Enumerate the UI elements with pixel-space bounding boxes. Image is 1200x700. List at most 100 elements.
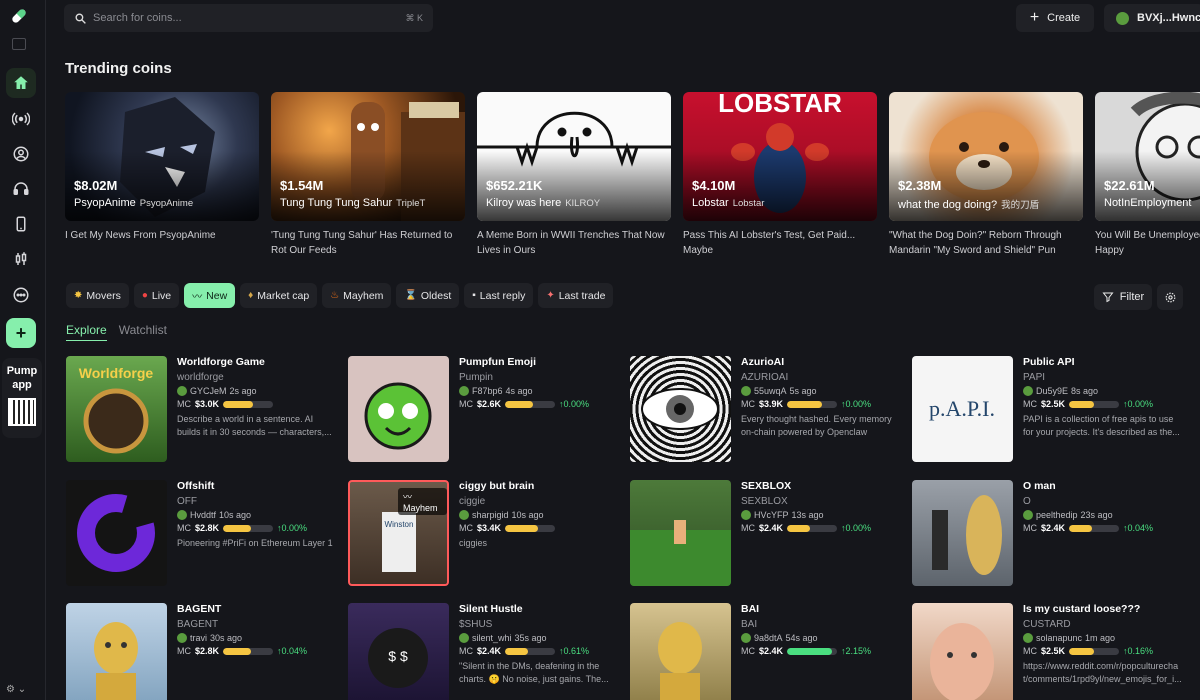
home-icon[interactable] (6, 68, 36, 98)
creator-avatar-icon (741, 386, 751, 396)
creator-name[interactable]: sharpigid (472, 510, 509, 520)
chip-label: Last reply (479, 289, 526, 302)
bonding-progress-bar (223, 400, 274, 408)
market-cap-row: MC $2.5K ↑0.16% (1023, 646, 1154, 656)
filter-movers[interactable]: ✸ Movers (66, 283, 129, 308)
trending-card[interactable]: $1.54M Tung Tung Tung Sahur TripleT 'Tung… (271, 92, 465, 258)
coin-title: Is my custard loose??? (1023, 603, 1141, 615)
coin-card[interactable]: $ $ Silent Hustle $SHUS silent_whi 35s ago MC… (348, 603, 618, 700)
chip-label: New (206, 289, 228, 302)
coin-title: Pumpfun Emoji (459, 356, 536, 368)
bottom-menu-chevron-icon[interactable]: ⚙ ⌄ (6, 684, 26, 695)
coin-card[interactable]: SEXBLOX SEXBLOX HVcYFP 13s ago MC $2.4K ↑0.00… (630, 480, 900, 590)
creator-name[interactable]: 55uwqA (754, 386, 787, 396)
filter-last-reply[interactable]: ▪ Last reply (464, 283, 534, 308)
trending-card[interactable]: $652.21K Kilroy was here KILROY A Meme Bo… (477, 92, 671, 258)
creator-name[interactable]: peelthedip (1036, 510, 1078, 520)
new-wave-icon: 〰 (192, 292, 203, 303)
profile-icon[interactable] (6, 139, 36, 169)
bonding-progress-bar (505, 524, 556, 532)
coin-card[interactable]: BAGENT BAGENT travi 30s ago MC $2.8K ↑0.04% (66, 603, 336, 700)
created-age: 54s ago (785, 633, 818, 643)
search-bar[interactable]: ⌘ K (64, 4, 433, 32)
filter-live[interactable]: ● Live (133, 283, 180, 308)
creator-avatar-icon (177, 633, 187, 643)
market-cap-value: $3.4K (477, 523, 502, 533)
create-coin-button[interactable]: + (6, 318, 36, 348)
coin-info: Silent Hustle $SHUS silent_whi 35s ago MC $2… (459, 603, 619, 686)
frog-avatar-icon (1116, 11, 1129, 25)
creator-name[interactable]: Hvddtf (190, 510, 216, 520)
pump-app-promo[interactable]: Pump app (2, 358, 42, 438)
creator-name[interactable]: GYCJeM (190, 386, 227, 396)
coin-title: Offshift (177, 480, 215, 492)
coin-title: ciggy but brain (459, 480, 535, 492)
pump-pill-logo[interactable] (9, 6, 29, 26)
creator-name[interactable]: HVcYFP (754, 510, 789, 520)
coin-card[interactable]: Winston 〰 Mayhem ciggy but brain ciggie shar… (348, 480, 618, 590)
coin-info: BAGENT BAGENT travi 30s ago MC $2.8K ↑0.04% (177, 603, 337, 686)
creator-name[interactable]: 9a8dtA (754, 633, 783, 643)
tab-explore[interactable]: Explore (66, 323, 107, 341)
live-dot-icon: ● (141, 290, 148, 301)
coin-info: Worldforge Game worldforge GYCJeM 2s ago MC … (177, 356, 337, 439)
coin-info: Public API PAPI Du5y9E 8s ago MC $2.5K ↑0.00%… (1023, 356, 1183, 439)
trending-mc: $4.10M (692, 178, 736, 193)
creator-name[interactable]: silent_whi (472, 633, 512, 643)
live-broadcast-icon[interactable] (6, 104, 36, 134)
trending-desc: You Will Be Unemployed and You Will Be H… (1095, 230, 1200, 256)
trending-card[interactable]: $8.02M PsyopAnime PsyopAnime I Get My New… (65, 92, 259, 243)
coin-image (912, 480, 1013, 586)
creator-name[interactable]: travi (190, 633, 207, 643)
coin-card[interactable]: BAI BAI 9a8dtA 54s ago MC $2.4K ↑2.15% (630, 603, 900, 700)
tab-watchlist[interactable]: Watchlist (119, 323, 167, 341)
chart-candles-icon[interactable] (6, 244, 36, 274)
support-headset-icon[interactable] (6, 174, 36, 204)
creator-row: GYCJeM 2s ago (177, 386, 337, 396)
coin-card[interactable]: O man Opeelthedip 23s ago MC $2.4K ↑0.04% (912, 480, 1182, 590)
coin-card[interactable]: Pumpfun Emoji Pumpin F87bp6 4s ago MC $2.6K ↑… (348, 356, 618, 466)
trending-card[interactable]: LOBSTAR $4.10M Lobstar Lobstar Pass This … (683, 92, 877, 258)
sidebar-collapse-icon[interactable] (12, 38, 26, 50)
plus-icon: + (15, 322, 27, 343)
settings-button[interactable] (1157, 284, 1183, 310)
trending-image: $1.54M Tung Tung Tung Sahur TripleT (271, 92, 465, 221)
coin-card[interactable]: Is my custard loose??? CUSTARD solanapunc 1… (912, 603, 1182, 700)
market-cap-value: $2.4K (759, 646, 784, 656)
coin-card[interactable]: p.A.P.I. Public API PAPI Du5y9E 8s ago MC $2.… (912, 356, 1182, 466)
filter-last-trade[interactable]: ✦ Last trade (538, 283, 614, 308)
price-change: ↑0.00% (841, 399, 872, 409)
creator-row: solanapunc 1m ago (1023, 633, 1183, 643)
filter-button[interactable]: Filter (1094, 284, 1152, 310)
sidebar: + Pump app ⚙ ⌄ (0, 0, 46, 700)
market-cap-row: MC $2.5K ↑0.00% (1023, 399, 1154, 409)
created-age: 2s ago (229, 386, 257, 396)
coin-card[interactable]: Offshift OFF Hvddtf 10s ago MC $2.8K ↑0.00% Pi… (66, 480, 336, 590)
trending-card[interactable]: $2.38M what the dog doing? 我的刀盾 "What the… (889, 92, 1083, 258)
coin-card[interactable]: AzurioAI AZURIOAI 55uwqA 5s ago MC $3.9K ↑0.0… (630, 356, 900, 466)
trending-image: LOBSTAR $4.10M Lobstar Lobstar (683, 92, 877, 221)
trending-card[interactable]: $22.61M NotInEmployment You Will Be Unem… (1095, 92, 1200, 258)
mobile-phone-icon[interactable] (6, 209, 36, 239)
trending-image: $652.21K Kilroy was here KILROY (477, 92, 671, 221)
trending-mc: $2.38M (898, 178, 942, 193)
price-change: ↑0.04% (1123, 523, 1154, 533)
trending-mc: $652.21K (486, 178, 543, 193)
filter-mayhem[interactable]: ♨ Mayhem (322, 283, 392, 308)
trending-mc: $1.54M (280, 178, 324, 193)
coin-info: O man Opeelthedip 23s ago MC $2.4K ↑0.04% (1023, 480, 1183, 563)
creator-row: Du5y9E 8s ago (1023, 386, 1183, 396)
creator-name[interactable]: solanapunc (1036, 633, 1082, 643)
market-cap-value: $2.4K (477, 646, 502, 656)
more-options-icon[interactable] (6, 280, 36, 310)
filter-oldest[interactable]: ⌛ Oldest (396, 283, 460, 308)
search-input[interactable] (93, 12, 400, 24)
create-button[interactable]: + Create (1016, 4, 1094, 32)
creator-name[interactable]: Du5y9E (1036, 386, 1068, 396)
coin-description: ciggies (459, 538, 488, 548)
wallet-button[interactable]: BVXj...Hwnc (1104, 4, 1200, 32)
filter-new[interactable]: 〰 New (184, 283, 236, 308)
coin-card[interactable]: Worldforge Worldforge Game worldforge GYCJe… (66, 356, 336, 466)
creator-name[interactable]: F87bp6 (472, 386, 503, 396)
filter-market-cap[interactable]: ♦ Market cap (240, 283, 318, 308)
